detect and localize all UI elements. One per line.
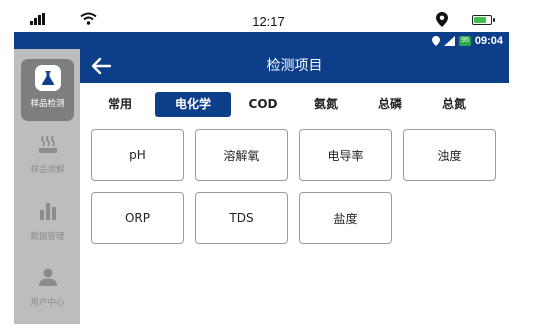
signal-strength-icon bbox=[444, 35, 456, 46]
back-arrow-icon[interactable] bbox=[90, 56, 112, 76]
tab-total-nitrogen[interactable]: 总氮 bbox=[435, 92, 473, 117]
item-ph-button[interactable]: pH bbox=[91, 129, 184, 181]
heater-icon bbox=[38, 135, 57, 153]
item-orp-button[interactable]: ORP bbox=[91, 192, 184, 244]
device-status-bar: 95 09:04 bbox=[14, 32, 509, 49]
tab-total-phosphorus[interactable]: 总磷 bbox=[371, 92, 409, 117]
tab-electrochemistry[interactable]: 电化学 bbox=[155, 92, 231, 117]
sidebar-item-label: 用户中心 bbox=[30, 298, 65, 308]
item-turbidity-button[interactable]: 浊度 bbox=[403, 129, 496, 181]
tab-cod[interactable]: COD bbox=[243, 92, 283, 117]
tab-ammonia-nitrogen[interactable]: 氨氮 bbox=[307, 92, 345, 117]
sidebar-item-label: 样品消解 bbox=[30, 165, 65, 175]
item-tds-button[interactable]: TDS bbox=[195, 192, 288, 244]
location-icon bbox=[436, 12, 448, 27]
sidebar: 样品检测 样品消解 数据管理 用户中心 bbox=[14, 49, 80, 324]
sidebar-item-label: 数据管理 bbox=[30, 232, 65, 242]
item-dissolved-oxygen-button[interactable]: 溶解氧 bbox=[195, 129, 288, 181]
item-conductivity-button[interactable]: 电导率 bbox=[299, 129, 392, 181]
sidebar-item-label: 样品检测 bbox=[30, 99, 65, 109]
flask-icon bbox=[34, 65, 61, 91]
bar-chart-icon bbox=[39, 203, 56, 220]
device-screen: 95 09:04 样品检测 样品消解 数据管理 用户中心 检测项目 常用 电化学… bbox=[14, 32, 509, 324]
page-title: 检测项目 bbox=[266, 58, 323, 74]
phone-clock: 12:17 bbox=[252, 14, 285, 29]
phone-status-bar: 12:17 bbox=[0, 0, 537, 32]
battery-icon bbox=[472, 15, 495, 25]
user-icon bbox=[38, 268, 57, 286]
sidebar-item-user-center[interactable]: 用户中心 bbox=[21, 258, 74, 320]
app-header: 检测项目 bbox=[80, 49, 509, 83]
network-badge: 95 bbox=[459, 35, 471, 46]
item-salinity-button[interactable]: 盐度 bbox=[299, 192, 392, 244]
location-icon bbox=[432, 35, 441, 46]
device-clock: 09:04 bbox=[474, 34, 503, 47]
sidebar-item-sample-testing[interactable]: 样品检测 bbox=[21, 59, 74, 121]
category-tabs: 常用 电化学 COD 氨氮 总磷 总氮 bbox=[80, 90, 509, 120]
sidebar-item-data-management[interactable]: 数据管理 bbox=[21, 192, 74, 254]
tab-common[interactable]: 常用 bbox=[101, 92, 139, 117]
sidebar-item-digestion[interactable]: 样品消解 bbox=[21, 125, 74, 187]
